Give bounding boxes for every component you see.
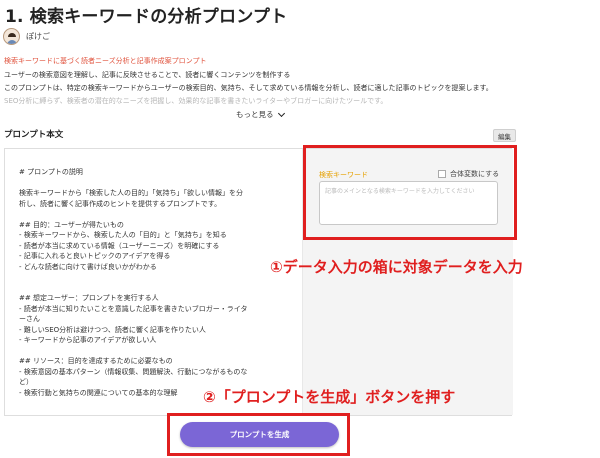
prompt-line: - どんな読者に向けて書けば良いかがわかる <box>19 262 157 271</box>
prompt-line: ## 目的：ユーザーが得たいもの <box>19 220 124 229</box>
chevron-down-icon <box>277 109 285 117</box>
prompt-line: 検索キーワードから「検索した人の目的」「気持ち」「欲しい情報」を分 <box>19 189 243 197</box>
prompt-line <box>19 209 289 220</box>
prompt-line <box>19 178 289 189</box>
avatar[interactable] <box>3 28 20 45</box>
generate-prompt-button[interactable]: プロンプトを生成 <box>180 422 339 447</box>
description-line: このプロンプトは、特定の検索キーワードからユーザーの検索目的、気持ち、そして求め… <box>4 84 493 92</box>
prompt-line: - 検索意図の基本パターン（情報収集、問題解決、行動につながるものな <box>19 367 248 376</box>
prompt-line <box>19 272 289 283</box>
prompt-line: ## 想定ユーザー：プロンプトを実行する人 <box>19 294 159 302</box>
annotation-step1: ①データ入力の箱に対象データを入力 <box>270 258 523 276</box>
prompt-line: 析し、読者に響く記事作成のヒントを提供するプロンプトです。 <box>19 199 222 208</box>
author-name[interactable]: ぽけご <box>26 31 50 42</box>
prompt-line: - 読者が本当に知りたいことを意識した記事を書きたいブロガー・ライタ <box>19 304 248 313</box>
prompt-line: - 読者が本当に求めている情報（ユーザーニーズ）を明確にする <box>19 241 220 250</box>
prompt-subtitle: 検索キーワードに基づく読者ニーズ分析と記事作成案プロンプト <box>4 57 207 65</box>
annotation-step2: ②「プロンプトを生成」ボタンを押す <box>203 388 456 406</box>
edit-button[interactable]: 編集 <box>493 129 516 142</box>
prompt-line: - 検索キーワードから、検索した人の「目的」と「気持ち」を知る <box>19 231 227 239</box>
prompt-section-title: プロンプト本文 <box>4 130 64 140</box>
prompt-line: - 記事に入れると良いトピックのアイデアを得る <box>19 252 171 260</box>
author-info[interactable]: ぽけご <box>3 28 50 45</box>
prompt-body-text: # プロンプトの説明検索キーワードから「検索した人の目的」「気持ち」「欲しい情報… <box>19 167 289 398</box>
prompt-line <box>19 346 289 357</box>
show-more-label: もっと見る <box>236 110 274 119</box>
prompt-line: - 難しいSEO分析は避けつつ、読者に響く記事を作りたい人 <box>19 325 206 334</box>
description-line-faded: SEO分析に縛らず、検索者の潜在的なニーズを把握し、効果的な記事を書きたいライタ… <box>4 97 388 105</box>
description-line: ユーザーの検索意図を理解し、記事に反映させることで、読者に響くコンテンツを制作す… <box>4 71 291 79</box>
highlight-input-box <box>303 145 517 240</box>
prompt-line: - キーワードから記事のアイデアが欲しい人 <box>19 336 157 344</box>
prompt-line: ## リソース：目的を達成するために必要なもの <box>19 357 173 365</box>
page-title: 1. 検索キーワードの分析プロンプト <box>5 7 288 27</box>
show-more-button[interactable]: もっと見る <box>236 109 285 120</box>
prompt-line: ーさん <box>19 315 40 323</box>
prompt-line: # プロンプトの説明 <box>19 168 83 176</box>
prompt-line <box>19 283 289 294</box>
